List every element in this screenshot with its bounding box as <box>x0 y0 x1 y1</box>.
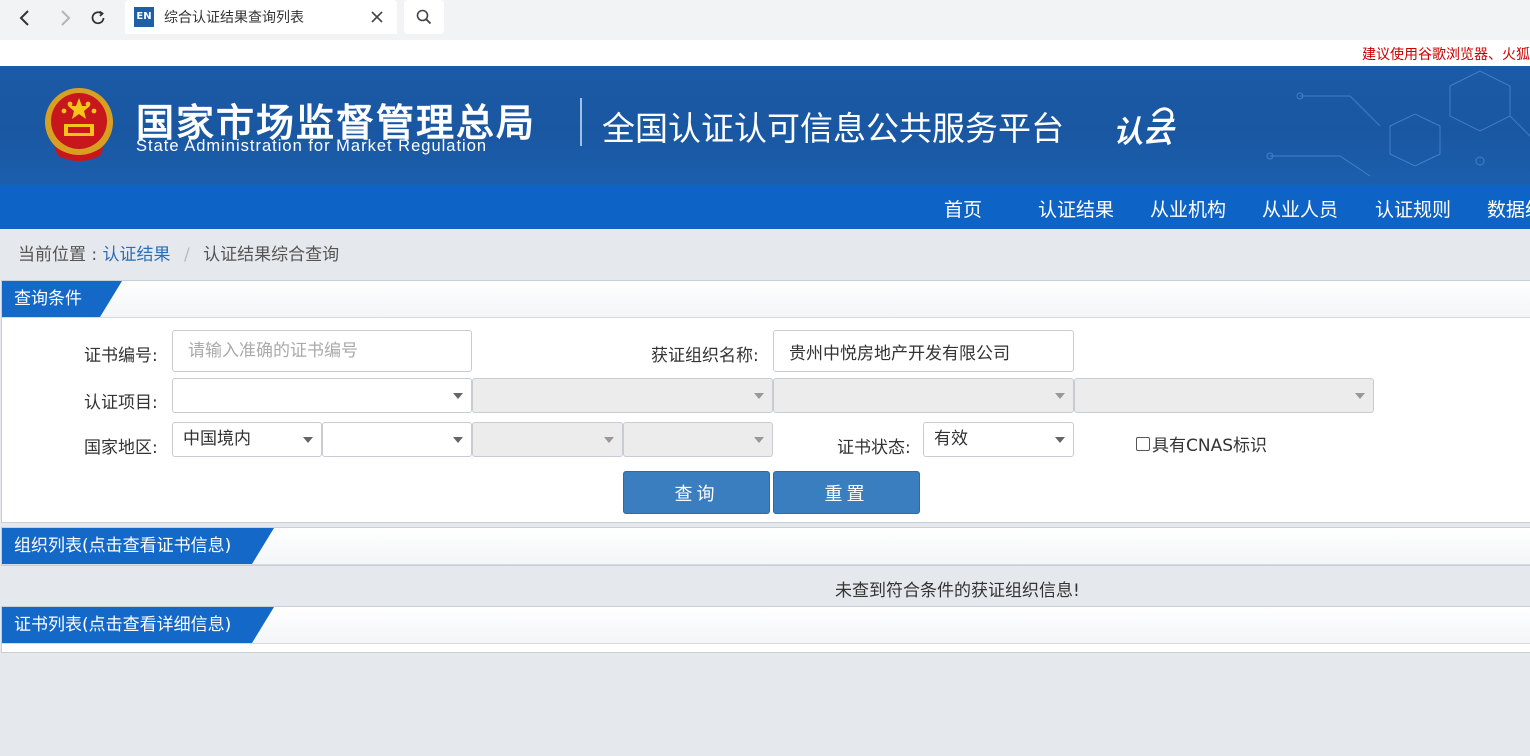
platform-title: 全国认证认可信息公共服务平台 <box>602 109 1064 148</box>
org-empty-message: 未查到符合条件的获证组织信息! <box>835 581 1080 601</box>
search-icon[interactable] <box>404 0 444 34</box>
caret-down-icon <box>754 437 764 443</box>
region-select-country[interactable]: 中国境内 <box>172 422 322 457</box>
status-label: 证书状态: <box>837 438 911 458</box>
project-label: 认证项目: <box>84 393 158 413</box>
cert-list-panel-header: 证书列表(点击查看详细信息) <box>2 607 1530 644</box>
browser-toolbar: EN 综合认证结果查询列表 <box>0 0 1530 40</box>
project-select-3[interactable] <box>773 378 1074 413</box>
status-select-value: 有效 <box>934 429 968 449</box>
circuit-decoration <box>1266 70 1530 177</box>
cnas-checkbox-label[interactable]: 具有CNAS标识 <box>1136 431 1267 456</box>
nav-item-personnel[interactable]: 从业人员 <box>1262 195 1338 222</box>
caret-down-icon <box>453 393 463 399</box>
region-select-province[interactable] <box>322 422 472 457</box>
cert-list-panel: 证书列表(点击查看详细信息) <box>1 606 1530 653</box>
breadcrumb-prefix: 当前位置 : <box>18 245 98 265</box>
nav-item-statistics[interactable]: 数据统 <box>1487 195 1530 222</box>
query-panel-header: 查询条件 <box>2 281 1530 318</box>
region-label: 国家地区: <box>84 438 158 458</box>
cert-no-label: 证书编号: <box>84 346 158 366</box>
region-select-value: 中国境内 <box>183 429 251 449</box>
tab-title: 综合认证结果查询列表 <box>164 10 304 26</box>
back-arrow-icon[interactable] <box>10 4 40 32</box>
browser-notice-bar: 建议使用谷歌浏览器、火狐 <box>0 40 1530 66</box>
nav-item-institutions[interactable]: 从业机构 <box>1150 195 1226 222</box>
checkbox-icon[interactable] <box>1136 436 1150 451</box>
region-select-district[interactable] <box>623 422 773 457</box>
main-navigation: 首页 认证结果 从业机构 从业人员 认证规则 数据统 <box>0 185 1530 229</box>
caret-down-icon <box>1355 393 1365 399</box>
cnas-label-text: 具有CNAS标识 <box>1152 436 1268 456</box>
project-select-4[interactable] <box>1074 378 1374 413</box>
project-select-1[interactable] <box>172 378 472 413</box>
caret-down-icon <box>303 437 313 443</box>
breadcrumb-separator: / <box>183 245 190 265</box>
site-banner: 国家市场监督管理总局 State Administration for Mark… <box>0 66 1530 185</box>
status-select[interactable]: 有效 <box>923 422 1074 457</box>
region-select-city[interactable] <box>472 422 623 457</box>
browser-tab[interactable]: EN 综合认证结果查询列表 <box>125 0 397 34</box>
project-select-2[interactable] <box>472 378 773 413</box>
banner-divider <box>580 98 582 146</box>
forward-arrow-icon[interactable] <box>50 4 80 32</box>
search-button[interactable]: 查询 <box>623 471 770 514</box>
breadcrumb-current: 认证结果综合查询 <box>203 245 340 265</box>
reset-button[interactable]: 重置 <box>773 471 920 514</box>
platform-logo: 认云 <box>1113 107 1176 150</box>
cert-no-input[interactable] <box>172 330 472 372</box>
org-name-input[interactable] <box>773 330 1074 372</box>
close-icon[interactable] <box>365 5 389 29</box>
query-panel-title: 查询条件 <box>2 281 122 317</box>
breadcrumb: 当前位置 : 认证结果 / 认证结果综合查询 <box>18 240 339 265</box>
logo-text: 认云 <box>1113 115 1176 150</box>
caret-down-icon <box>754 393 764 399</box>
org-list-panel-header: 组织列表(点击查看证书信息) <box>2 528 1530 565</box>
caret-down-icon <box>453 437 463 443</box>
caret-down-icon <box>1055 393 1065 399</box>
org-name-label: 获证组织名称: <box>651 346 759 366</box>
caret-down-icon <box>604 437 614 443</box>
national-emblem-icon <box>45 88 113 161</box>
query-panel: 查询条件 证书编号: 获证组织名称: 认证项目: 国家地区: 中国境内 证书状态… <box>1 280 1530 523</box>
cert-list-panel-title: 证书列表(点击查看详细信息) <box>2 607 274 643</box>
agency-name-en: State Administration for Market Regulati… <box>136 137 488 155</box>
reload-icon[interactable] <box>83 4 113 32</box>
nav-item-cert-rules[interactable]: 认证规则 <box>1375 195 1451 222</box>
caret-down-icon <box>1055 437 1065 443</box>
browser-recommend-notice: 建议使用谷歌浏览器、火狐 <box>1362 47 1530 63</box>
site-favicon-icon: EN <box>134 7 154 27</box>
org-list-panel-title: 组织列表(点击查看证书信息) <box>2 528 274 564</box>
breadcrumb-link-cert-results[interactable]: 认证结果 <box>103 245 171 265</box>
nav-item-home[interactable]: 首页 <box>944 195 982 222</box>
org-list-panel: 组织列表(点击查看证书信息) <box>1 527 1530 566</box>
nav-item-cert-results[interactable]: 认证结果 <box>1038 195 1114 222</box>
